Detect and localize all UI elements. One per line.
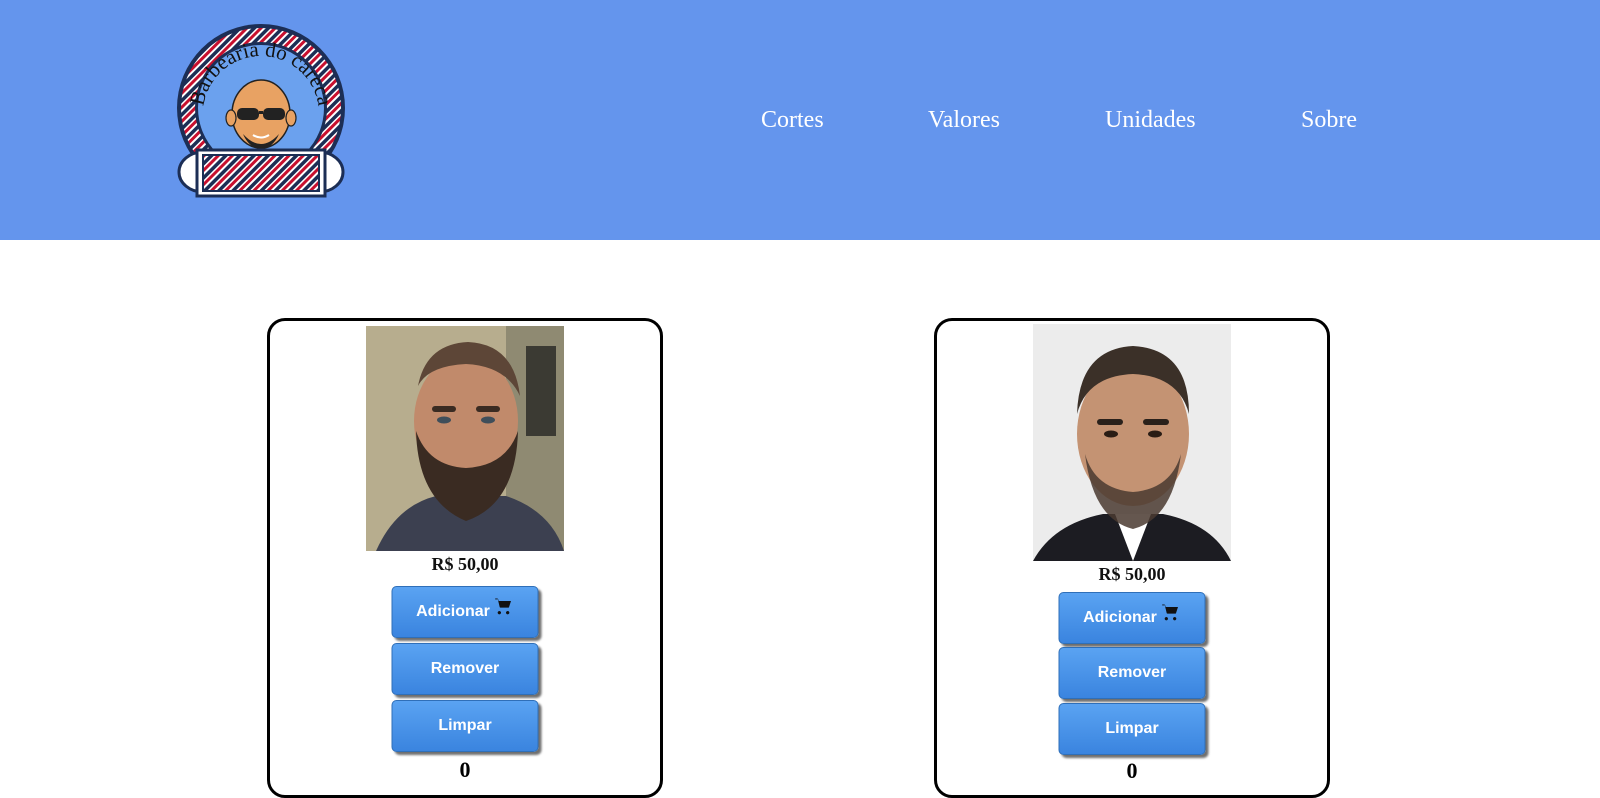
- product-price: R$ 50,00: [1098, 564, 1166, 584]
- product-price: R$ 50,00: [431, 554, 499, 574]
- man-with-beard-photo: [366, 326, 564, 551]
- nav-item-sobre[interactable]: Sobre: [1301, 104, 1357, 136]
- clear-button-label: Limpar: [1105, 720, 1159, 737]
- remove-button[interactable]: Remover: [1058, 647, 1206, 699]
- add-button-label: Adicionar: [416, 603, 490, 620]
- quantity-counter: 0: [1126, 758, 1138, 783]
- add-button-label: Adicionar: [1083, 609, 1157, 626]
- product-card: R$ 50,00 Adicionar Remover Limpar 0: [934, 318, 1330, 798]
- clear-button-label: Limpar: [438, 717, 492, 734]
- site-header: Barbearia do careca Cortes Valores Unida…: [0, 0, 1600, 240]
- remove-button-label: Remover: [430, 660, 500, 677]
- nav-item-unidades[interactable]: Unidades: [1105, 104, 1196, 136]
- cart-icon: [494, 596, 514, 621]
- product-card: R$ 50,00 Adicionar Remover Limpar 0: [267, 318, 663, 798]
- clear-button[interactable]: Limpar: [1058, 703, 1206, 755]
- main-nav: Cortes Valores Unidades Sobre: [0, 104, 1600, 136]
- add-to-cart-button[interactable]: Adicionar: [1058, 592, 1206, 644]
- cart-icon: [1161, 602, 1181, 627]
- quantity-counter: 0: [459, 757, 471, 782]
- remove-button-label: Remover: [1097, 664, 1167, 681]
- nav-item-cortes[interactable]: Cortes: [761, 104, 824, 136]
- nav-item-valores[interactable]: Valores: [928, 104, 1000, 136]
- clear-button[interactable]: Limpar: [391, 700, 539, 752]
- remove-button[interactable]: Remover: [391, 643, 539, 695]
- add-to-cart-button[interactable]: Adicionar: [391, 586, 539, 638]
- man-buzz-cut-photo: [1033, 324, 1231, 561]
